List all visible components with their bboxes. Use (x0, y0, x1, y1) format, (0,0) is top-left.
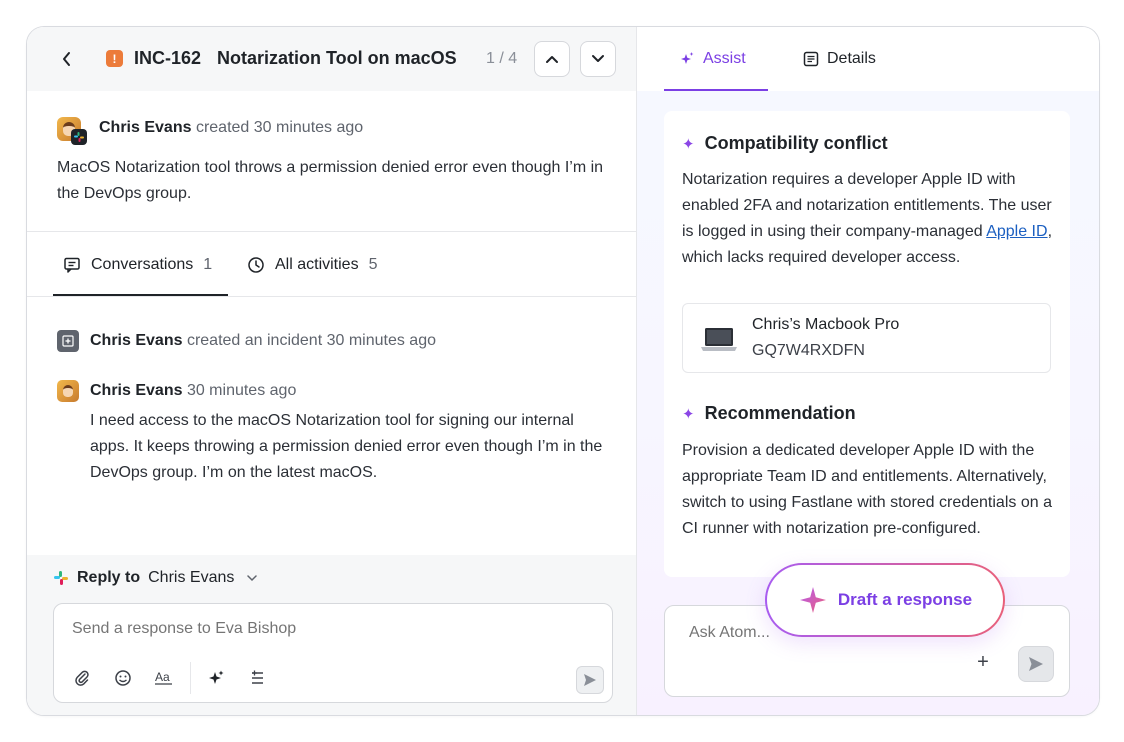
chevron-down-icon (247, 575, 258, 582)
emoji-icon[interactable] (111, 666, 135, 690)
chevron-down-icon (592, 55, 604, 62)
description-body: MacOS Notarization tool throws a permiss… (57, 159, 604, 202)
reply-recipient: Chris Evans (148, 569, 235, 586)
action-text: created an incident (186, 332, 323, 349)
incident-id: INC-162 (134, 48, 202, 68)
tab-all-activities[interactable]: All activities 5 (247, 232, 377, 297)
action-text: created (195, 119, 250, 136)
pager-count: 1 / 4 (486, 50, 518, 67)
tab-conversations[interactable]: Conversations 1 (63, 232, 212, 297)
incident-header: ! INC-162 Notarization Tool on macOS 1 /… (27, 27, 636, 91)
apple-id-link[interactable]: Apple ID (986, 223, 1047, 240)
tab-count: 5 (368, 255, 378, 273)
author-name[interactable]: Chris Evans (90, 382, 182, 399)
avatar (57, 117, 87, 145)
divider (27, 296, 636, 297)
draft-response-button[interactable]: Draft a response (765, 563, 1005, 637)
author-name[interactable]: Chris Evans (90, 332, 182, 349)
sparkle-icon: ✦ (682, 135, 695, 153)
device-serial: GQ7W4RXDFN (752, 342, 865, 359)
incident-created-icon (57, 330, 79, 352)
draft-response-label: Draft a response (837, 590, 973, 609)
timestamp: 30 minutes ago (186, 382, 297, 399)
text-format-icon[interactable]: Aa (152, 666, 176, 690)
activity-text: Chris Evans created an incident 30 minut… (90, 332, 436, 350)
sparkle-icon: ✦ (682, 405, 695, 423)
section-title-text: Compatibility conflict (704, 133, 888, 153)
tab-assist[interactable]: Assist (679, 27, 746, 91)
active-tab-indicator (664, 89, 768, 91)
assist-tabs: Assist Details (637, 27, 1099, 91)
tab-count: 1 (203, 255, 213, 273)
incident-panel: ! INC-162 Notarization Tool on macOS 1 /… (27, 27, 636, 715)
section-body: Notarization requires a developer Apple … (682, 167, 1052, 271)
plus-icon[interactable]: + (971, 650, 995, 674)
section-title: ✦ Compatibility conflict (682, 133, 888, 154)
incident-title: Notarization Tool on macOS (217, 48, 457, 68)
attachment-icon[interactable] (70, 666, 94, 690)
document-icon (803, 51, 819, 67)
description-meta: Chris Evans created 30 minutes ago (99, 119, 363, 137)
reply-recipient-selector[interactable]: Reply to Chris Evans (53, 569, 258, 587)
chevron-left-icon (63, 52, 70, 66)
chevron-up-icon (546, 56, 558, 63)
author-name[interactable]: Chris Evans (99, 119, 191, 136)
tab-label: Assist (703, 50, 746, 67)
activity-tabs: Conversations 1 All activities 5 (27, 232, 636, 297)
laptop-icon (701, 328, 737, 351)
ask-send-button[interactable] (1018, 646, 1054, 682)
send-icon (584, 674, 596, 686)
template-list-icon[interactable] (245, 666, 269, 690)
avatar (57, 380, 79, 402)
reply-prefix: Reply to (77, 569, 141, 586)
next-button[interactable] (580, 41, 616, 77)
tab-label: All activities (275, 255, 359, 273)
device-name: Chris’s Macbook Pro (752, 316, 900, 333)
sparkle-icon[interactable] (204, 666, 228, 690)
previous-button[interactable] (534, 41, 570, 77)
tab-label: Conversations (91, 255, 194, 273)
slack-icon (71, 129, 87, 145)
timestamp: 30 minutes ago (253, 119, 364, 136)
sparkle-icon (681, 52, 694, 64)
section-body: Provision a dedicated developer Apple ID… (682, 442, 1052, 537)
send-button[interactable] (576, 666, 604, 694)
clock-icon (248, 256, 264, 273)
slack-icon (54, 571, 68, 585)
back-button[interactable] (55, 47, 79, 71)
chat-icon (64, 257, 80, 273)
tab-details[interactable]: Details (803, 27, 876, 91)
svg-text:Aa: Aa (155, 670, 170, 684)
assist-card: ✦ Compatibility conflict Notarization re… (664, 111, 1070, 577)
toolbar-divider (190, 662, 191, 694)
reply-area: Reply to Chris Evans Aa (27, 555, 636, 715)
send-icon (1029, 657, 1043, 671)
device-card[interactable]: Chris’s Macbook Pro GQ7W4RXDFN (682, 303, 1051, 373)
message-meta: Chris Evans 30 minutes ago (90, 382, 296, 400)
section-title: ✦ Recommendation (682, 403, 856, 424)
timestamp: 30 minutes ago (326, 332, 436, 349)
sparkle-icon (799, 587, 826, 613)
message-body: I need access to the macOS Notarization … (90, 412, 603, 481)
exclamation-icon: ! (106, 50, 123, 67)
tab-label: Details (827, 50, 876, 67)
section-title-text: Recommendation (704, 403, 856, 423)
reply-input[interactable] (72, 620, 572, 638)
reply-composer: Aa (53, 603, 613, 703)
